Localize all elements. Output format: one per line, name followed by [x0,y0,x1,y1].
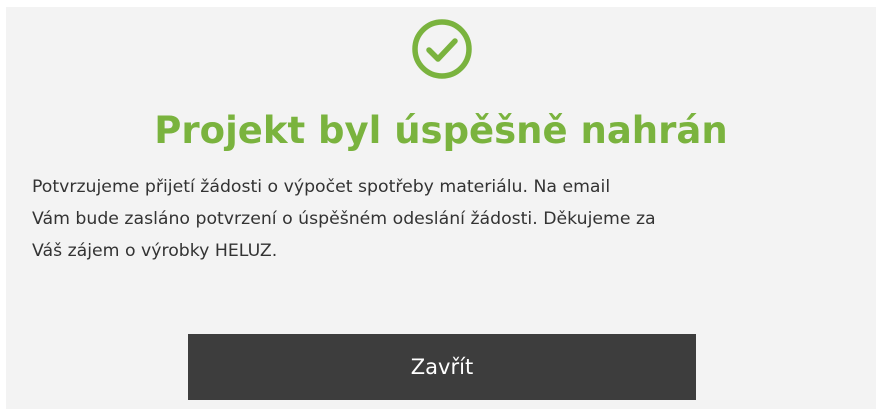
close-button[interactable]: Zavřít [188,334,696,400]
message-line: Váš zájem o výrobky HELUZ. [32,241,278,261]
dialog-title: Projekt byl úspěšně nahrán [154,109,728,152]
success-dialog: Projekt byl úspěšně nahrán Potvrzujeme p… [6,7,876,409]
message-line: Potvrzujeme přijetí žádosti o výpočet sp… [32,177,611,197]
dialog-message: Potvrzujeme přijetí žádosti o výpočet sp… [32,171,832,267]
check-circle-icon [412,19,472,79]
message-line: Vám bude zasláno potvrzení o úspěšném od… [32,209,656,229]
